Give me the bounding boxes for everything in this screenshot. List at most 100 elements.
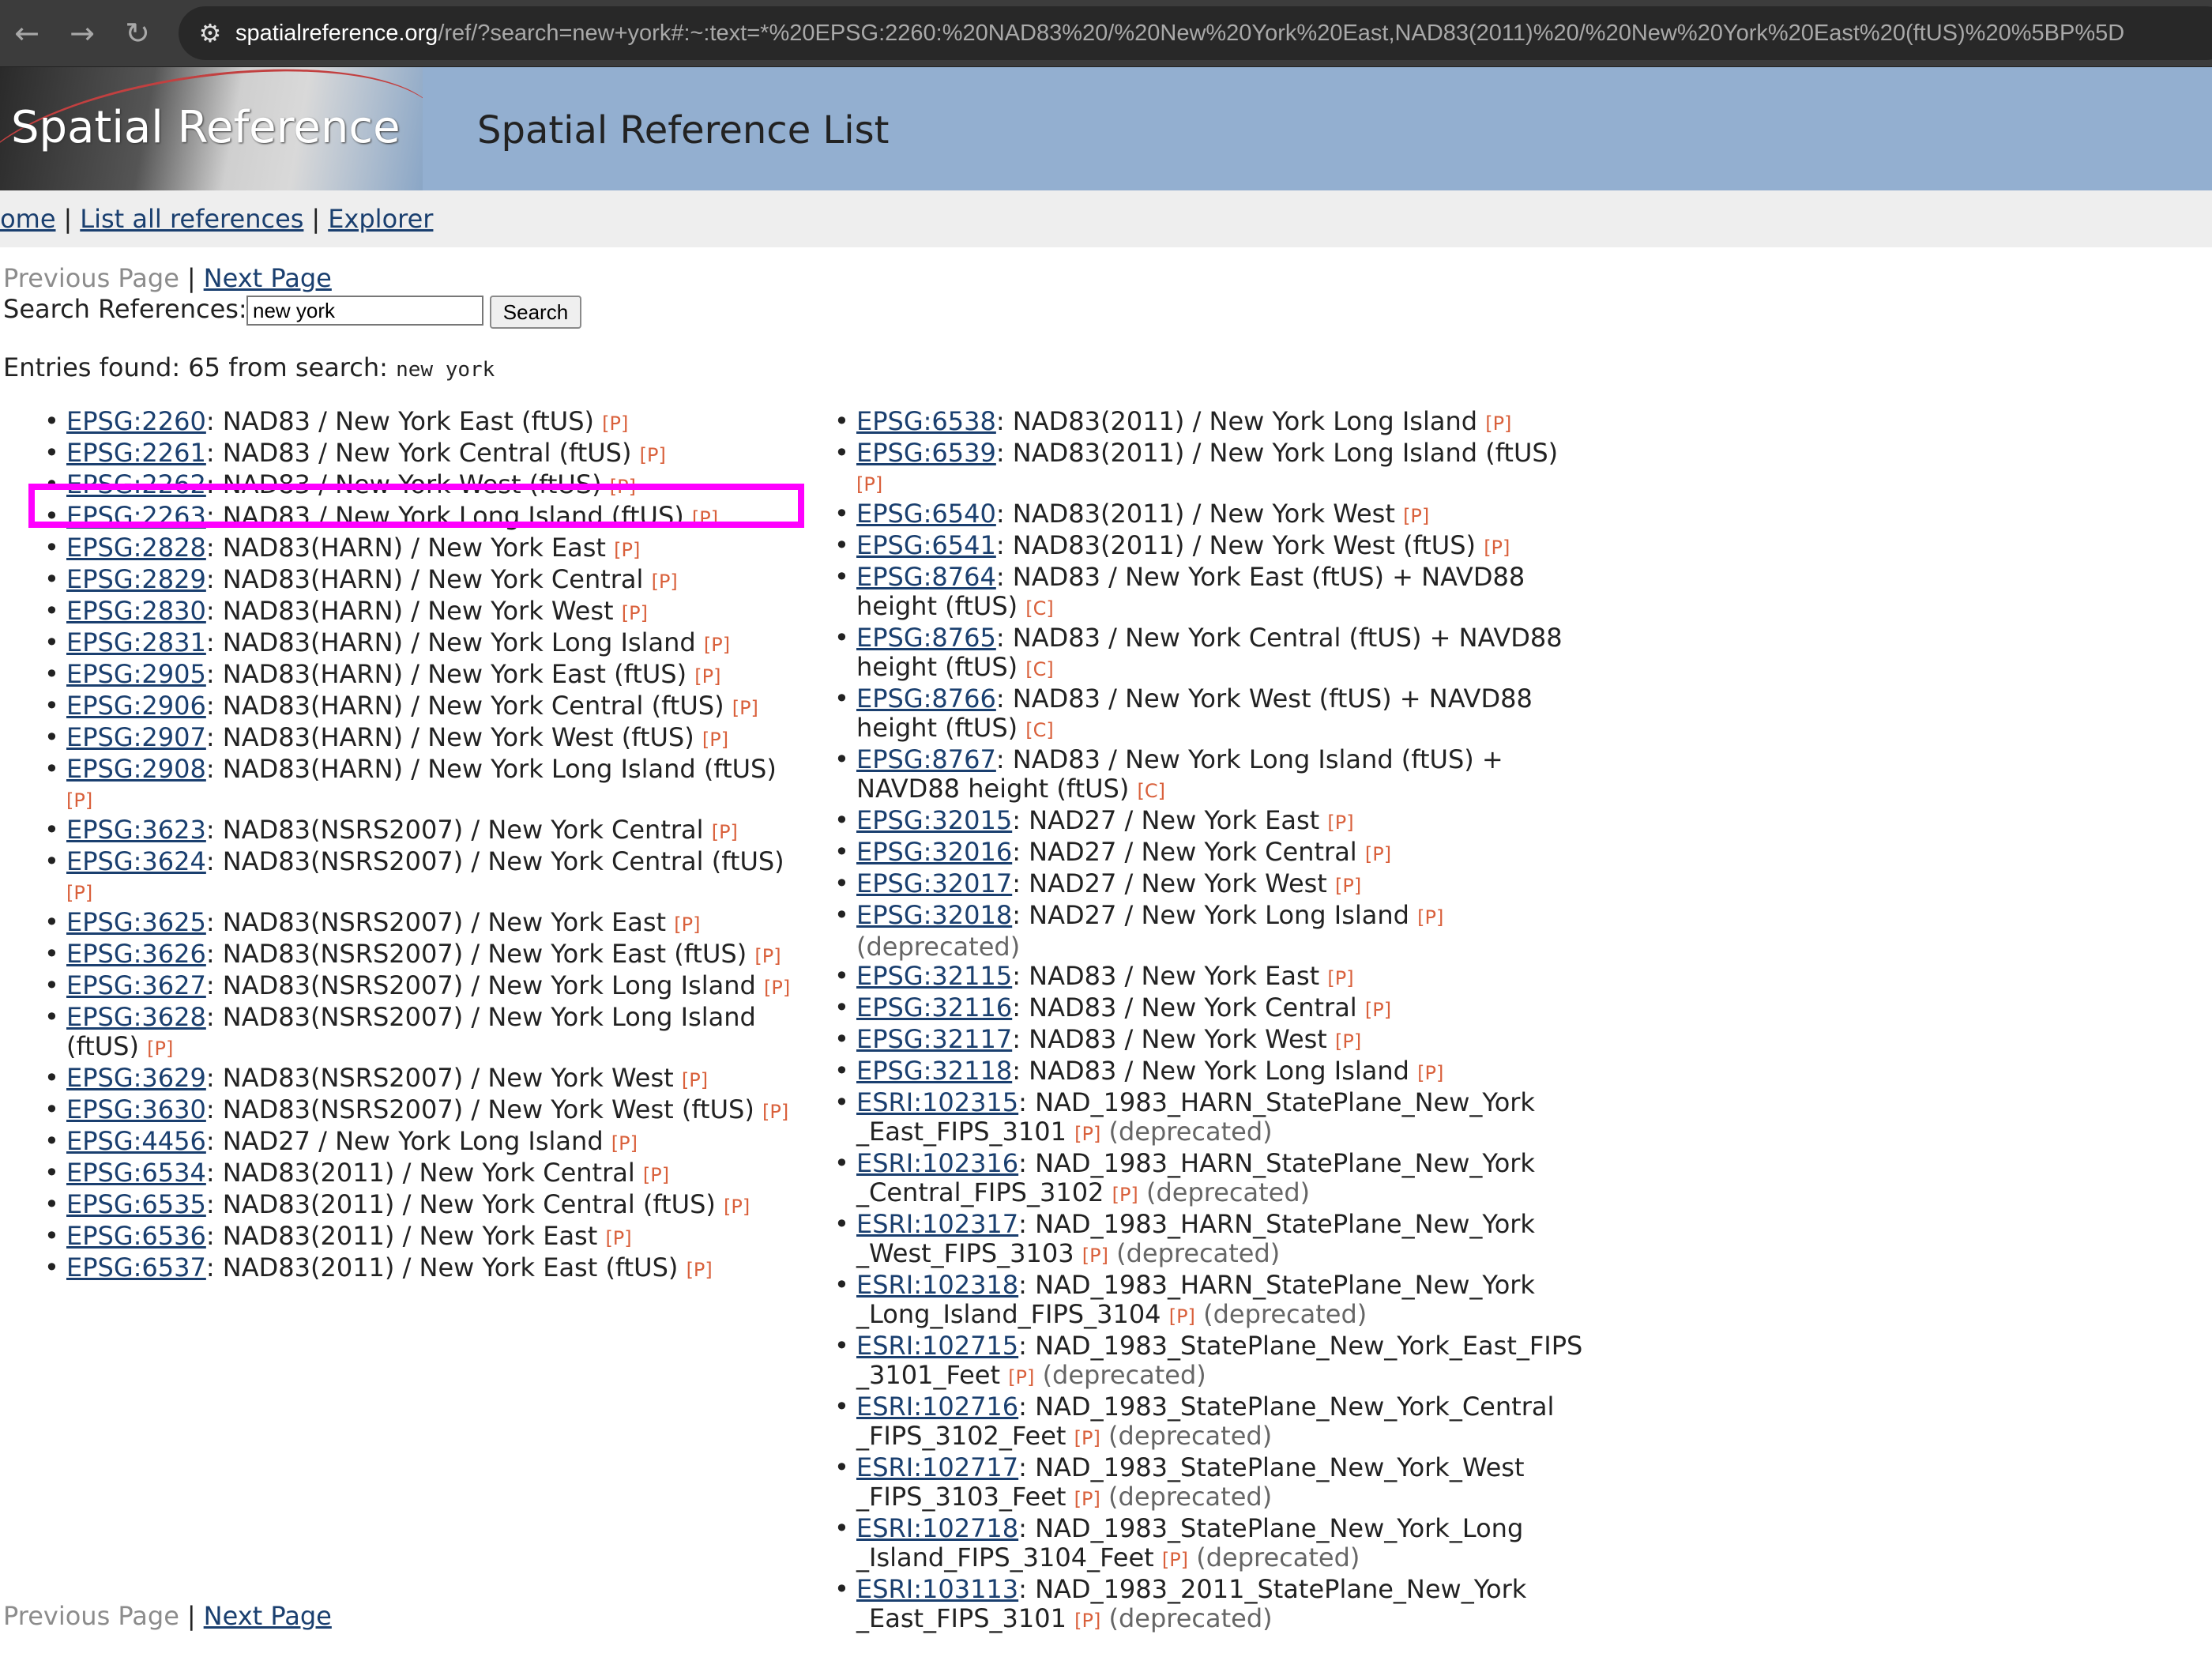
reference-code-link[interactable]: EPSG:6534 xyxy=(66,1158,206,1188)
reference-type-tag[interactable]: [P] xyxy=(602,412,628,435)
reference-code-link[interactable]: EPSG:6538 xyxy=(856,406,996,436)
reference-code-link[interactable]: EPSG:32118 xyxy=(856,1056,1012,1086)
reference-type-tag[interactable]: [P] xyxy=(1484,537,1510,559)
reference-type-tag[interactable]: [P] xyxy=(1074,1427,1100,1449)
reference-code-link[interactable]: EPSG:6537 xyxy=(66,1252,206,1282)
reference-code-link[interactable]: EPSG:8765 xyxy=(856,623,996,653)
reference-type-tag[interactable]: [P] xyxy=(724,1196,750,1218)
reference-type-tag[interactable]: [P] xyxy=(1335,875,1361,897)
reference-code-link[interactable]: EPSG:2830 xyxy=(66,596,206,626)
reference-code-link[interactable]: EPSG:4456 xyxy=(66,1126,206,1156)
reference-code-link[interactable]: EPSG:2829 xyxy=(66,564,206,594)
reference-code-link[interactable]: EPSG:2260 xyxy=(66,406,206,436)
reference-code-link[interactable]: EPSG:6539 xyxy=(856,438,996,468)
reference-code-link[interactable]: EPSG:8767 xyxy=(856,744,996,774)
next-page-link[interactable]: Next Page xyxy=(204,1601,332,1631)
reference-code-link[interactable]: ESRI:102715 xyxy=(856,1331,1018,1361)
reference-type-tag[interactable]: [P] xyxy=(66,789,92,812)
nav-explorer-link[interactable]: Explorer xyxy=(328,204,433,234)
reference-code-link[interactable]: EPSG:2262 xyxy=(66,469,206,499)
reference-code-link[interactable]: EPSG:2908 xyxy=(66,754,206,784)
reference-code-link[interactable]: ESRI:102718 xyxy=(856,1513,1018,1543)
reference-type-tag[interactable]: [P] xyxy=(1074,1488,1100,1510)
reference-code-link[interactable]: ESRI:103113 xyxy=(856,1574,1018,1604)
reference-type-tag[interactable]: [P] xyxy=(732,697,758,719)
reference-type-tag[interactable]: [P] xyxy=(605,1227,631,1249)
reference-code-link[interactable]: EPSG:8764 xyxy=(856,562,996,592)
reference-code-link[interactable]: EPSG:3628 xyxy=(66,1002,206,1032)
reference-code-link[interactable]: EPSG:3626 xyxy=(66,939,206,969)
reference-type-tag[interactable]: [P] xyxy=(610,476,636,498)
reference-type-tag[interactable]: [P] xyxy=(66,882,92,904)
forward-button[interactable]: → xyxy=(60,11,104,55)
reference-type-tag[interactable]: [P] xyxy=(1327,812,1353,834)
reference-type-tag[interactable]: [P] xyxy=(762,1101,788,1123)
reference-code-link[interactable]: EPSG:2831 xyxy=(66,627,206,657)
reference-type-tag[interactable]: [P] xyxy=(614,539,640,561)
reference-type-tag[interactable]: [P] xyxy=(1403,505,1429,527)
search-input[interactable] xyxy=(246,296,483,326)
reference-type-tag[interactable]: [P] xyxy=(1082,1245,1108,1267)
reference-type-tag[interactable]: [C] xyxy=(1025,719,1053,741)
reference-type-tag[interactable]: [P] xyxy=(1485,412,1511,435)
reference-type-tag[interactable]: [P] xyxy=(1365,999,1391,1021)
back-button[interactable]: ← xyxy=(5,11,49,55)
reference-code-link[interactable]: EPSG:6536 xyxy=(66,1221,206,1251)
reference-type-tag[interactable]: [P] xyxy=(754,945,781,967)
reference-type-tag[interactable]: [P] xyxy=(1365,843,1391,865)
reference-type-tag[interactable]: [P] xyxy=(1169,1305,1195,1328)
nav-list-all-link[interactable]: List all references xyxy=(80,204,303,234)
reference-type-tag[interactable]: [P] xyxy=(856,473,882,495)
reference-type-tag[interactable]: [P] xyxy=(1008,1366,1034,1388)
reference-type-tag[interactable]: [P] xyxy=(1162,1549,1188,1571)
reference-code-link[interactable]: EPSG:8766 xyxy=(856,684,996,714)
reference-type-tag[interactable]: [P] xyxy=(1417,1062,1443,1084)
address-bar[interactable]: ⚙ spatialreference.org/ref/?search=new+y… xyxy=(179,6,2212,60)
reference-code-link[interactable]: EPSG:32017 xyxy=(856,868,1012,898)
reference-code-link[interactable]: EPSG:2828 xyxy=(66,533,206,563)
reference-type-tag[interactable]: [P] xyxy=(1112,1184,1138,1206)
reference-type-tag[interactable]: [P] xyxy=(1327,967,1353,989)
reference-code-link[interactable]: ESRI:102317 xyxy=(856,1209,1018,1239)
reference-code-link[interactable]: EPSG:3627 xyxy=(66,970,206,1000)
reference-type-tag[interactable]: [P] xyxy=(702,729,728,751)
reference-code-link[interactable]: ESRI:102318 xyxy=(856,1270,1018,1300)
reference-code-link[interactable]: EPSG:2907 xyxy=(66,722,206,752)
reference-type-tag[interactable]: [P] xyxy=(1074,1123,1100,1145)
reference-type-tag[interactable]: [P] xyxy=(704,634,730,656)
reference-code-link[interactable]: ESRI:102315 xyxy=(856,1087,1018,1117)
reference-code-link[interactable]: EPSG:2263 xyxy=(66,501,206,531)
reference-code-link[interactable]: EPSG:32016 xyxy=(856,837,1012,867)
reference-type-tag[interactable]: [P] xyxy=(694,665,720,687)
next-page-link[interactable]: Next Page xyxy=(204,263,332,293)
reference-type-tag[interactable]: [P] xyxy=(682,1069,708,1091)
reference-type-tag[interactable]: [P] xyxy=(687,1259,713,1281)
reference-code-link[interactable]: ESRI:102716 xyxy=(856,1392,1018,1422)
reference-type-tag[interactable]: [P] xyxy=(764,977,790,999)
nav-home-link[interactable]: Home xyxy=(0,204,56,234)
reference-type-tag[interactable]: [P] xyxy=(692,507,718,529)
reference-type-tag[interactable]: [C] xyxy=(1025,597,1053,620)
reference-code-link[interactable]: EPSG:3629 xyxy=(66,1063,206,1093)
reference-code-link[interactable]: EPSG:3623 xyxy=(66,815,206,845)
reference-type-tag[interactable]: [P] xyxy=(643,1164,669,1186)
reference-type-tag[interactable]: [P] xyxy=(1335,1030,1361,1053)
reference-type-tag[interactable]: [P] xyxy=(611,1132,638,1154)
reference-code-link[interactable]: EPSG:32015 xyxy=(856,805,1012,835)
reference-type-tag[interactable]: [P] xyxy=(1074,1610,1100,1632)
reload-button[interactable]: ↻ xyxy=(115,11,160,55)
reference-type-tag[interactable]: [P] xyxy=(622,602,648,624)
reference-code-link[interactable]: ESRI:102316 xyxy=(856,1148,1018,1178)
reference-code-link[interactable]: EPSG:6541 xyxy=(856,530,996,560)
reference-code-link[interactable]: EPSG:2905 xyxy=(66,659,206,689)
reference-type-tag[interactable]: [P] xyxy=(1417,906,1443,928)
reference-code-link[interactable]: EPSG:6540 xyxy=(856,499,996,529)
url-text[interactable]: spatialreference.org/ref/?search=new+yor… xyxy=(235,6,2124,60)
reference-type-tag[interactable]: [P] xyxy=(674,913,700,936)
reference-code-link[interactable]: EPSG:32115 xyxy=(856,961,1012,991)
site-settings-icon[interactable]: ⚙ xyxy=(191,14,229,52)
reference-code-link[interactable]: EPSG:2261 xyxy=(66,438,206,468)
reference-code-link[interactable]: EPSG:3624 xyxy=(66,846,206,876)
reference-type-tag[interactable]: [C] xyxy=(1025,658,1053,680)
search-button[interactable]: Search xyxy=(490,296,581,329)
